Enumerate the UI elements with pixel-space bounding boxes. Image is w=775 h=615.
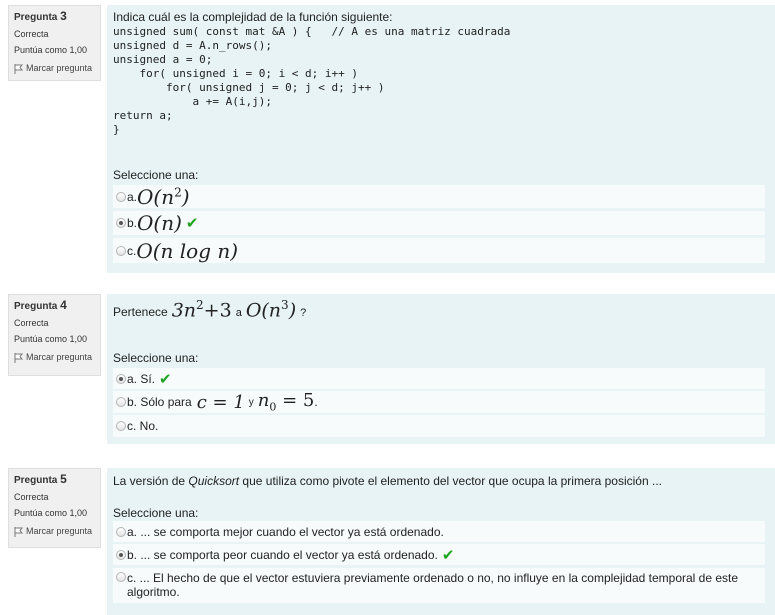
- option-letter: a.: [127, 189, 138, 204]
- radio-button[interactable]: [116, 526, 126, 537]
- text-before: Pertenece: [113, 305, 168, 320]
- answer-option-c[interactable]: c. ... El hecho de que el vector estuvie…: [113, 568, 765, 603]
- question-state: Correcta: [14, 318, 49, 328]
- question-number: Pregunta 5: [14, 472, 95, 488]
- radio-button[interactable]: [116, 572, 126, 582]
- text-italic: Quicksort: [188, 474, 240, 488]
- answer-option-a[interactable]: a. ... se comporta mejor cuando el vecto…: [113, 521, 765, 542]
- option-math-2: n0 = 5: [258, 390, 315, 414]
- answer-option-c[interactable]: c. O(n log n): [113, 238, 765, 263]
- answer-option-b[interactable]: b. Sólo para c = 1 y n0 = 5 .: [113, 390, 765, 414]
- math-part: n: [257, 390, 270, 412]
- text-after: ?: [300, 307, 307, 320]
- question-number-value: 4: [60, 298, 67, 312]
- text-before: La versión de: [113, 474, 186, 488]
- question-content-5: La versión de Quicksort que utiliza como…: [107, 468, 775, 615]
- flag-label: Marcar pregunta: [26, 352, 93, 362]
- math-sup: 2: [174, 184, 182, 199]
- radio-button[interactable]: [116, 245, 126, 256]
- question-number: Pregunta 3: [14, 9, 95, 25]
- question-info-3: Pregunta 3 Correcta Puntúa como 1,00 Mar…: [8, 5, 101, 81]
- code-block: unsigned sum( const mat &A ) { // A es u…: [113, 25, 511, 136]
- question-label: Pregunta: [14, 12, 58, 23]
- question-text: Pertenece 3n2+3 a O(n3) ?: [113, 298, 306, 321]
- math-part: O(n: [245, 299, 282, 322]
- answer-option-a[interactable]: a. O(n2): [113, 185, 765, 209]
- answer-option-b[interactable]: b. O(n) ✔: [113, 211, 765, 235]
- flag-icon: [14, 63, 24, 74]
- text-after: que utiliza como pivote el elemento del …: [242, 474, 662, 488]
- question-content-3: Indica cuál es la complejidad de la func…: [107, 5, 775, 273]
- radio-button-selected[interactable]: [116, 549, 126, 560]
- question-grade: Puntúa como 1,00: [14, 45, 88, 55]
- radio-button[interactable]: [116, 397, 126, 407]
- question-info-5: Pregunta 5 Correcta Puntúa como 1,00 Mar…: [8, 468, 101, 548]
- flag-question-button[interactable]: Marcar pregunta: [14, 525, 95, 538]
- option-letter: c.: [127, 243, 137, 258]
- flag-label: Marcar pregunta: [26, 526, 93, 536]
- option-text: b. ... se comporta peor cuando el vector…: [127, 547, 438, 562]
- option-text: c. ... El hecho de que el vector estuvie…: [127, 571, 739, 599]
- radio-button-selected[interactable]: [116, 218, 126, 228]
- question-text: Indica cuál es la complejidad de la func…: [113, 10, 393, 24]
- option-letter: b.: [127, 216, 138, 230]
- answer-option-b[interactable]: b. ... se comporta peor cuando el vector…: [113, 544, 765, 565]
- option-math: O(n2): [137, 185, 190, 209]
- option-end: .: [314, 395, 318, 409]
- option-math: O(n): [137, 211, 182, 235]
- math-tail: = 5: [276, 390, 315, 412]
- question-number-value: 3: [60, 9, 67, 23]
- select-prompt: Seleccione una:: [113, 506, 199, 520]
- option-text: c. No.: [127, 419, 159, 433]
- select-prompt: Seleccione una:: [113, 168, 199, 182]
- text-math-1: 3n2+3: [172, 298, 232, 321]
- radio-button-selected[interactable]: [116, 373, 126, 384]
- flag-label: Marcar pregunta: [26, 63, 93, 73]
- correct-check-icon: ✔: [159, 370, 172, 388]
- question-state: Correcta: [14, 492, 49, 502]
- math-tail: +3: [203, 299, 232, 322]
- answer-option-c[interactable]: c. No.: [113, 415, 765, 437]
- question-label: Pregunta: [14, 301, 58, 312]
- option-text: a. Sí.: [127, 371, 156, 386]
- question-state: Correcta: [14, 29, 49, 39]
- option-mid: y: [248, 396, 254, 408]
- question-text: La versión de Quicksort que utiliza como…: [113, 474, 662, 488]
- question-content-4: Pertenece 3n2+3 a O(n3) ? Seleccione una…: [107, 294, 775, 444]
- option-math: O(n log n): [136, 238, 239, 263]
- correct-check-icon: ✔: [441, 546, 455, 564]
- flag-icon: [14, 526, 24, 537]
- question-label: Pregunta: [14, 475, 58, 486]
- option-text: b. Sólo para: [127, 395, 192, 409]
- answer-option-a[interactable]: a. Sí. ✔: [113, 368, 765, 389]
- text-mid: a: [235, 307, 242, 320]
- math-sup: 3: [281, 298, 289, 312]
- math-sup: 2: [196, 298, 204, 312]
- math-part: 3n: [171, 299, 197, 322]
- math-main: O(n: [137, 184, 175, 209]
- correct-check-icon: ✔: [185, 215, 199, 232]
- flag-question-button[interactable]: Marcar pregunta: [14, 62, 95, 75]
- question-grade: Puntúa como 1,00: [14, 508, 88, 518]
- option-math-1: c = 1: [196, 391, 245, 413]
- question-info-4: Pregunta 4 Correcta Puntúa como 1,00 Mar…: [8, 294, 101, 376]
- radio-button[interactable]: [116, 191, 126, 202]
- flag-icon: [14, 352, 24, 363]
- select-prompt: Seleccione una:: [113, 351, 199, 365]
- radio-button[interactable]: [116, 421, 126, 431]
- question-grade: Puntúa como 1,00: [14, 334, 88, 344]
- option-text: a. ... se comporta mejor cuando el vecto…: [127, 524, 444, 539]
- question-number-value: 5: [60, 472, 67, 486]
- math-tail: ): [288, 299, 297, 322]
- question-number: Pregunta 4: [14, 298, 95, 314]
- math-close: ): [181, 184, 190, 209]
- text-math-2: O(n3): [246, 298, 296, 321]
- flag-question-button[interactable]: Marcar pregunta: [14, 351, 95, 364]
